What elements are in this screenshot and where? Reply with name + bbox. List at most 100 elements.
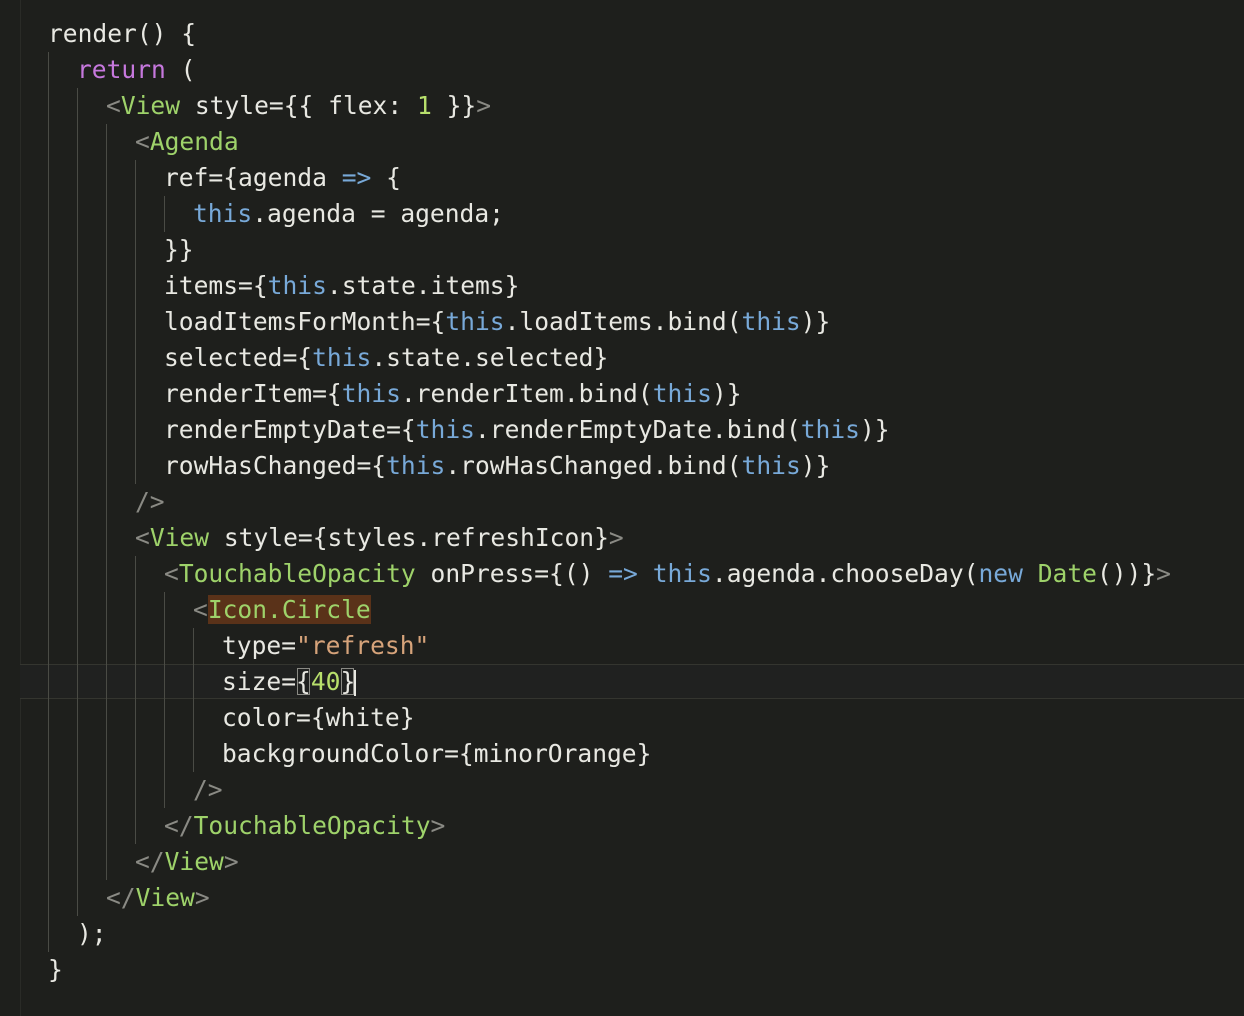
indent-guide	[164, 592, 165, 808]
code-line[interactable]: </View>	[135, 844, 239, 880]
code-line[interactable]: </TouchableOpacity>	[164, 808, 445, 844]
code-token: items	[164, 271, 239, 300]
code-token: renderItem	[164, 379, 313, 408]
code-token: agenda	[238, 163, 327, 192]
indent-guide	[77, 88, 78, 916]
code-line[interactable]: items={this.state.items}	[164, 268, 519, 304]
code-line[interactable]: type="refresh"	[222, 628, 429, 664]
code-line[interactable]: render() {	[48, 16, 196, 52]
code-token: backgroundColor	[222, 739, 445, 768]
code-token: renderEmptyDate	[489, 415, 712, 444]
code-line[interactable]: return (	[77, 52, 195, 88]
code-token: this	[415, 415, 475, 444]
indent-guide	[135, 556, 136, 844]
code-token: View	[120, 91, 181, 120]
code-token: white	[325, 703, 400, 732]
code-token: style	[223, 523, 298, 552]
code-line[interactable]: rowHasChanged={this.rowHasChanged.bind(t…	[164, 448, 830, 484]
code-token: =>	[608, 559, 638, 588]
code-token: state	[341, 271, 416, 300]
code-token: agenda	[267, 199, 356, 228]
code-token: rowHasChanged	[164, 451, 357, 480]
code-token: "refresh"	[296, 631, 430, 660]
code-token: styles	[327, 523, 417, 552]
code-line[interactable]: <Agenda	[135, 124, 239, 160]
code-line[interactable]: </View>	[106, 880, 210, 916]
code-token: onPress	[430, 559, 535, 588]
text-cursor	[354, 670, 357, 696]
code-token: loadItemsForMonth	[164, 307, 416, 336]
code-token: agenda	[726, 559, 816, 588]
gutter-edge	[20, 0, 21, 1016]
code-token: this	[741, 307, 801, 336]
code-line[interactable]: <Icon.Circle	[193, 592, 371, 628]
code-token: 40	[310, 667, 341, 696]
code-token: ref	[164, 163, 209, 192]
indent-guide	[135, 160, 136, 484]
code-token: TouchableOpacity	[178, 559, 416, 588]
code-line[interactable]: color={white}	[222, 700, 415, 736]
code-line[interactable]: selected={this.state.selected}	[164, 340, 608, 376]
code-line[interactable]: renderEmptyDate={this.renderEmptyDate.bi…	[164, 412, 890, 448]
code-token: this	[193, 199, 253, 228]
code-token: selected	[164, 343, 283, 372]
code-token: type	[222, 631, 282, 660]
code-token: bind	[726, 415, 786, 444]
code-token: agenda	[400, 199, 490, 228]
code-token: state	[386, 343, 461, 372]
code-token: return	[77, 55, 166, 84]
code-line[interactable]: }}	[164, 232, 194, 268]
code-token: bind	[667, 307, 727, 336]
code-line[interactable]: ref={agenda => {	[164, 160, 401, 196]
code-token: size	[222, 667, 282, 696]
code-line[interactable]: }	[48, 952, 63, 988]
code-token: this	[741, 451, 801, 480]
code-token: selected	[475, 343, 594, 372]
code-token: View	[149, 523, 210, 552]
code-token: this	[445, 307, 505, 336]
code-token: View	[135, 883, 195, 912]
code-token: bind	[667, 451, 727, 480]
indent-guide	[164, 196, 165, 232]
code-line-current[interactable]: size={40}	[222, 664, 357, 700]
code-token: style	[194, 91, 269, 120]
code-line[interactable]: <View style={styles.refreshIcon}>	[135, 520, 624, 556]
code-token-highlighted: Icon.Circle	[207, 595, 371, 624]
code-token: rowHasChanged	[460, 451, 653, 480]
indent-guide	[106, 124, 107, 880]
code-line[interactable]: <View style={{ flex: 1 }}>	[106, 88, 491, 124]
code-token: bind	[578, 379, 638, 408]
code-line[interactable]: loadItemsForMonth={this.loadItems.bind(t…	[164, 304, 830, 340]
code-token: this	[652, 559, 712, 588]
code-token: =>	[341, 163, 372, 192]
code-token: flex	[328, 91, 388, 120]
indent-guide	[48, 52, 49, 952]
code-line[interactable]: />	[135, 484, 165, 520]
code-token: this	[386, 451, 446, 480]
code-line[interactable]: <TouchableOpacity onPress={() => this.ag…	[164, 556, 1171, 592]
code-line[interactable]: this.agenda = agenda;	[193, 196, 504, 232]
code-token: this	[267, 271, 327, 300]
code-token: this	[312, 343, 372, 372]
code-token: render	[48, 19, 137, 48]
code-line[interactable]: />	[193, 772, 223, 808]
code-token: Date	[1037, 559, 1097, 588]
code-editor[interactable]: render() { return ( <View style={{ flex:…	[0, 0, 1244, 1016]
code-line[interactable]: backgroundColor={minorOrange}	[222, 736, 651, 772]
code-token: this	[341, 379, 401, 408]
code-token: minorOrange	[473, 739, 637, 768]
code-token: new	[978, 559, 1023, 588]
code-token: chooseDay	[830, 559, 964, 588]
code-token: color	[222, 703, 297, 732]
code-token: View	[164, 847, 224, 876]
code-token: Agenda	[149, 127, 239, 156]
code-line[interactable]: );	[77, 916, 107, 952]
code-line[interactable]: renderItem={this.renderItem.bind(this)}	[164, 376, 742, 412]
code-token: TouchableOpacity	[193, 811, 431, 840]
code-token: this	[652, 379, 712, 408]
current-line-highlight	[20, 664, 1244, 699]
code-token: this	[800, 415, 860, 444]
code-token: refreshIcon	[431, 523, 595, 552]
code-token: items	[430, 271, 505, 300]
code-token: renderItem	[415, 379, 564, 408]
